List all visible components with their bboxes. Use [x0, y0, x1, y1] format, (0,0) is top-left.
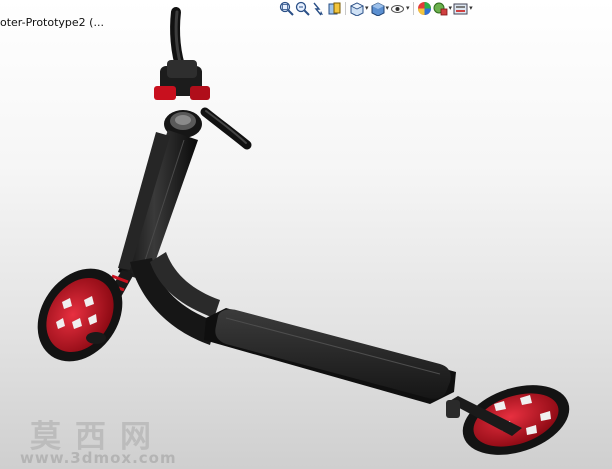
display-style-icon	[371, 1, 385, 16]
rear-wheel	[446, 385, 570, 455]
view-orientation-button[interactable]: ▾	[349, 1, 369, 16]
hide-show-items-button[interactable]: ▾	[390, 1, 410, 16]
toolbar-separator	[412, 1, 414, 15]
zoom-to-area-button[interactable]	[295, 1, 310, 16]
zoom-to-fit-button[interactable]	[279, 1, 294, 16]
model-viewport[interactable]	[0, 0, 612, 469]
view-settings-icon	[453, 3, 468, 14]
display-style-button[interactable]: ▾	[370, 1, 390, 16]
section-view-icon	[328, 2, 341, 14]
chevron-down-icon: ▾	[365, 3, 369, 12]
heads-up-view-toolbar: ▾ ▾ ▾ ▾ ▾	[279, 0, 473, 16]
edit-appearance-button[interactable]	[417, 1, 432, 16]
zoom-to-fit-icon	[279, 1, 294, 16]
document-title: oter-Prototype2 (...	[0, 16, 104, 29]
edit-appearance-icon	[417, 1, 431, 15]
view-orientation-icon	[350, 1, 364, 16]
stem-head-assembly	[154, 60, 210, 138]
right-handlebar-grip	[200, 107, 252, 150]
apply-scene-button[interactable]: ▾	[433, 1, 453, 16]
hide-show-items-icon	[391, 4, 405, 13]
previous-view-button[interactable]	[311, 1, 326, 16]
chevron-down-icon: ▾	[448, 3, 453, 12]
chevron-down-icon: ▾	[385, 3, 390, 12]
toolbar-separator	[345, 1, 346, 15]
scooter-deck	[204, 308, 456, 404]
chevron-down-icon: ▾	[469, 3, 473, 12]
chevron-down-icon: ▾	[406, 3, 410, 12]
section-view-button[interactable]	[327, 1, 342, 16]
apply-scene-icon	[433, 2, 447, 15]
previous-view-icon	[313, 2, 323, 15]
view-settings-button[interactable]: ▾	[453, 1, 473, 16]
zoom-to-area-icon	[295, 1, 310, 16]
